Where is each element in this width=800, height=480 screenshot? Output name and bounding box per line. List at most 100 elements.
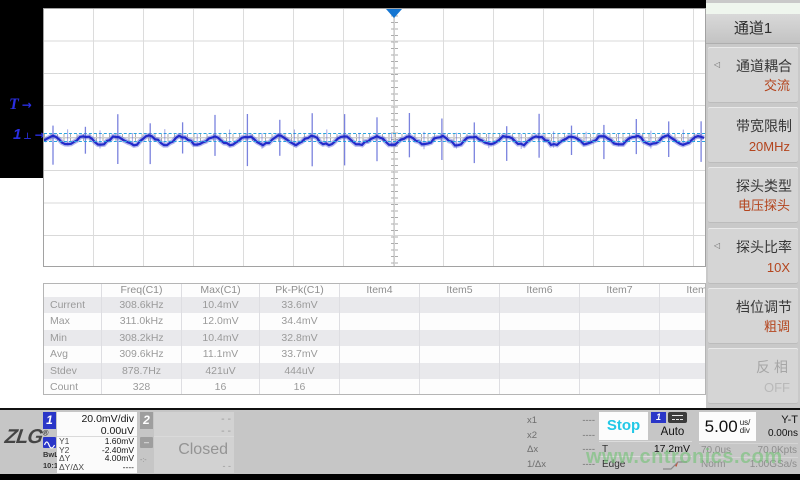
ac-coupling-icon: [43, 437, 56, 448]
ch2-mini-flag: -:-: [140, 457, 147, 464]
channel2-status[interactable]: 2 – -:- - - - - Closed - -: [140, 412, 237, 473]
ch1-waveform-trace: [44, 9, 705, 266]
measure-column-header[interactable]: Item8: [660, 284, 706, 297]
table-row: Avg309.6kHz11.1mV33.7mV: [44, 346, 705, 362]
menu-item-value: 粗调: [764, 316, 790, 335]
measure-column-header[interactable]: Item7: [580, 284, 660, 297]
stat-value-cell: 16: [260, 379, 340, 395]
menu-item-4[interactable]: ◁探头比率10X: [708, 228, 798, 284]
measure-corner-cell: [44, 284, 102, 297]
table-row: Stdev878.7Hz421uV444uV: [44, 363, 705, 379]
menu-item-value: 10X: [767, 260, 790, 275]
stat-row-label: Current: [44, 297, 102, 313]
stat-value-cell: 309.6kHz: [102, 346, 182, 362]
stat-value-cell: [500, 379, 580, 395]
measure-column-header[interactable]: Pk-Pk(C1): [260, 284, 340, 297]
menu-item-3[interactable]: 探头类型电压探头: [708, 167, 798, 223]
stat-value-cell: [420, 330, 500, 346]
stat-value-cell: 328: [102, 379, 182, 395]
submenu-arrow-icon: ◁: [714, 60, 720, 69]
ch1-volts-per-div: 20.0mV/div: [57, 412, 137, 425]
menu-item-label: 带宽限制: [736, 116, 792, 136]
ch2-bottom-placeholder: - -: [154, 461, 234, 471]
stat-value-cell: 421uV: [182, 363, 260, 379]
measure-column-header[interactable]: Item4: [340, 284, 420, 297]
stat-row-label: Count: [44, 379, 102, 395]
channel1-status[interactable]: 1 BwL 10:1 20.0mV/div 0.00uV Y11.60mVY2-…: [43, 412, 137, 473]
menu-item-6[interactable]: 反相OFF: [708, 348, 798, 404]
stat-value-cell: [420, 346, 500, 362]
stat-value-cell: [580, 346, 660, 362]
cursor-y2-line[interactable]: [44, 141, 705, 142]
stat-value-cell: [660, 346, 706, 362]
trigger-source-area[interactable]: 1 Auto: [651, 412, 694, 440]
stat-value-cell: [580, 297, 660, 313]
menu-item-1[interactable]: ◁通道耦合交流: [708, 47, 798, 103]
stat-value-cell: 11.1mV: [182, 346, 260, 362]
ch2-coupling-icon: –: [140, 437, 153, 448]
stat-value-cell: [340, 313, 420, 329]
menu-item-2[interactable]: 带宽限制20MHz: [708, 107, 798, 163]
stat-value-cell: 33.7mV: [260, 346, 340, 362]
run-stop-indicator[interactable]: Stop: [599, 412, 648, 440]
timebase-scale-box[interactable]: 5.00 us/div: [699, 412, 756, 441]
channel1-marker-number: 1: [13, 126, 21, 143]
measure-column-header[interactable]: Max(C1): [182, 284, 260, 297]
menu-item-value: 电压探头: [738, 195, 790, 214]
measure-column-header[interactable]: Freq(C1): [102, 284, 182, 297]
menu-item-label: 探头类型: [736, 176, 792, 196]
trigger-coupling-icon: [668, 412, 687, 423]
stat-value-cell: [420, 363, 500, 379]
stat-value-cell: [420, 379, 500, 395]
stat-value-cell: 10.4mV: [182, 330, 260, 346]
stat-value-cell: 444uV: [260, 363, 340, 379]
stat-value-cell: [500, 297, 580, 313]
menu-title: 通道1: [706, 14, 800, 44]
ch2-status-text: Closed: [154, 437, 234, 461]
stat-value-cell: 311.0kHz: [102, 313, 182, 329]
submenu-arrow-icon: ◁: [714, 241, 720, 250]
oscilloscope-screen: T→ 1⊥→ Freq(C1)Max(C1)Pk-Pk(C1)Item4Item…: [0, 0, 800, 480]
stat-value-cell: 308.6kHz: [102, 297, 182, 313]
bottom-margin: [0, 474, 800, 480]
measure-column-header[interactable]: Item6: [500, 284, 580, 297]
x-cursor-row: 1/Δx----: [527, 458, 595, 473]
menu-item-label: 档位调节: [736, 297, 792, 317]
ch2-vdiv-placeholder: - -: [154, 412, 234, 425]
stat-value-cell: [340, 379, 420, 395]
stat-value-cell: 878.7Hz: [102, 363, 182, 379]
trigger-position-marker[interactable]: [386, 9, 402, 18]
menu-top-strip: [706, 3, 800, 14]
display-mode: Y-T: [758, 414, 798, 426]
stat-value-cell: [660, 313, 706, 329]
stat-value-cell: [580, 379, 660, 395]
measurement-table-body: Current308.6kHz10.4mV33.6mVMax311.0kHz12…: [44, 297, 705, 395]
stat-value-cell: 34.4mV: [260, 313, 340, 329]
menu-item-label: 反相: [756, 357, 792, 377]
menu-item-value: 交流: [764, 75, 790, 94]
x-cursor-row: x1----: [527, 414, 595, 429]
measurement-table-header: Freq(C1)Max(C1)Pk-Pk(C1)Item4Item5Item6I…: [44, 284, 705, 297]
stat-value-cell: [580, 330, 660, 346]
trigger-level-arrow-icon: →: [22, 98, 32, 112]
stat-value-cell: [500, 363, 580, 379]
measure-column-header[interactable]: Item5: [420, 284, 500, 297]
ch1-cursor-row: ΔY/ΔX----: [57, 463, 137, 472]
stat-value-cell: 12.0mV: [182, 313, 260, 329]
stat-value-cell: 16: [182, 379, 260, 395]
stat-row-label: Stdev: [44, 363, 102, 379]
ch1-cursor-readouts: Y11.60mVY2-2.40mVΔY4.00mVΔY/ΔX----: [57, 437, 137, 472]
stat-value-cell: [420, 297, 500, 313]
waveform-display: [43, 8, 706, 267]
stat-value-cell: [660, 363, 706, 379]
left-margin: [0, 8, 43, 178]
ground-icon: ⊥: [23, 131, 31, 141]
stat-value-cell: [340, 346, 420, 362]
channel1-offset-marker[interactable]: 1⊥→: [13, 126, 45, 143]
menu-item-5[interactable]: 档位调节粗调: [708, 288, 798, 344]
stat-value-cell: [340, 363, 420, 379]
stat-value-cell: 33.6mV: [260, 297, 340, 313]
trigger-delay: 0.00ns: [758, 428, 798, 439]
trigger-level-marker[interactable]: T→: [9, 96, 32, 114]
stat-value-cell: [500, 313, 580, 329]
